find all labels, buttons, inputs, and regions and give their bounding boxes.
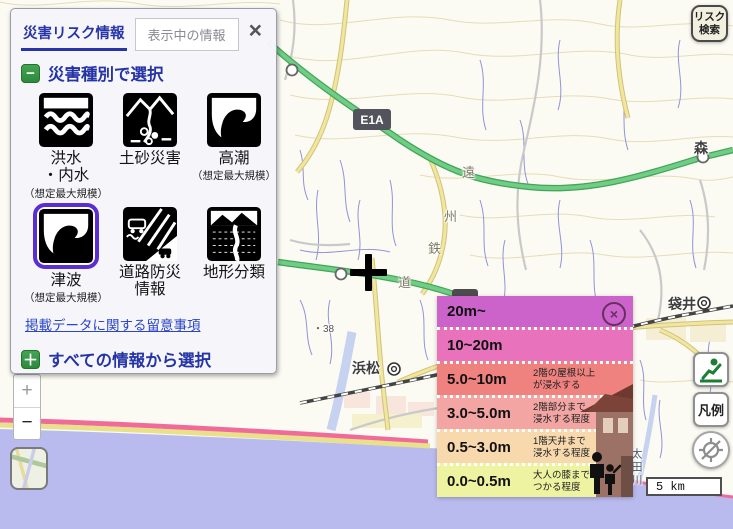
place-label-fukuroi: 袋井 xyxy=(668,294,696,314)
legend-row: 10~20m xyxy=(437,327,633,361)
railway-label-char: 道 xyxy=(398,272,411,291)
collapse-icon[interactable]: − xyxy=(21,64,40,83)
scale-bar: 5 km xyxy=(646,477,722,496)
tsunami-icon xyxy=(33,203,99,269)
risk-search-button[interactable]: リスク 検索 xyxy=(691,5,728,42)
hazard-type-tsunami[interactable]: 津波 （想定最大規模） xyxy=(24,207,108,305)
terrain-icon xyxy=(207,207,261,261)
route-badge-e1a: E1A xyxy=(353,109,391,130)
hazard-type-landslide[interactable]: 土砂災害 xyxy=(119,93,181,201)
legend-row: 0.5~3.0m 1階天井まで 浸水する程度 xyxy=(437,429,633,463)
location-disabled-icon xyxy=(697,436,725,464)
zoom-in-button[interactable]: + xyxy=(14,375,40,408)
landslide-icon xyxy=(123,93,177,147)
tsunami-depth-legend: 20m~ × 10~20m 5.0~10m 2階の屋根以上 が浸水する 3.0~… xyxy=(437,296,633,497)
section-select-by-type: − 災害種別で選択 xyxy=(21,61,276,85)
legend-row: 0.0~0.5m 大人の膝まで つかる程度 xyxy=(437,463,633,497)
hazard-type-storm-surge[interactable]: 高潮 （想定最大規模） xyxy=(192,93,276,201)
data-notes-link[interactable]: 掲載データに関する留意事項 xyxy=(25,314,276,334)
place-label-mori: 森 xyxy=(694,138,708,158)
section-title: すべての情報から選択 xyxy=(48,347,211,371)
railway-label-char: 遠 xyxy=(462,162,475,181)
zoom-control: + − xyxy=(13,374,41,440)
tab-displayed-info[interactable]: 表示中の情報 xyxy=(135,18,239,51)
railway-label-char: 州 xyxy=(444,206,457,225)
legend-row: 20m~ × xyxy=(437,296,633,327)
evacuation-site-button[interactable] xyxy=(693,352,729,387)
section-title: 災害種別で選択 xyxy=(48,61,164,85)
overview-map-button[interactable] xyxy=(10,447,48,490)
current-location-button[interactable] xyxy=(692,431,730,469)
legend-row: 3.0~5.0m 2階部分まで 浸水する程度 xyxy=(437,395,633,429)
legend-close-icon[interactable]: × xyxy=(602,302,626,326)
tab-disaster-risk-info[interactable]: 災害リスク情報 xyxy=(21,18,127,51)
zoom-out-button[interactable]: − xyxy=(14,408,40,440)
railway-label-char: 鉄 xyxy=(428,238,441,257)
disaster-risk-panel: 災害リスク情報 表示中の情報 × − 災害種別で選択 洪水 ・内水 （想定最大規… xyxy=(10,8,277,374)
flood-icon xyxy=(39,93,93,147)
spot-elevation-label: ・38 xyxy=(313,320,334,335)
hazard-type-flood[interactable]: 洪水 ・内水 （想定最大規模） xyxy=(24,93,108,201)
legend-toggle-button[interactable]: 凡例 xyxy=(693,392,729,427)
place-label-hamamatsu: 浜松 xyxy=(352,358,380,378)
storm-surge-icon xyxy=(207,93,261,147)
legend-row: 5.0~10m 2階の屋根以上 が浸水する xyxy=(437,361,633,395)
map-crosshair xyxy=(365,254,372,291)
road-hazard-icon xyxy=(123,207,177,261)
close-icon[interactable]: × xyxy=(243,18,268,43)
hazard-type-terrain[interactable]: 地形分類 xyxy=(203,207,265,305)
panel-tabs: 災害リスク情報 表示中の情報 × xyxy=(21,18,268,51)
hazard-type-grid: 洪水 ・内水 （想定最大規模） 土砂災害 xyxy=(24,93,276,305)
expand-icon[interactable]: ＋ xyxy=(21,350,40,369)
hazard-type-road[interactable]: 道路防災 情報 xyxy=(119,207,181,305)
running-person-icon xyxy=(697,356,725,384)
section-select-all: ＋ すべての情報から選択 xyxy=(21,347,276,371)
map-application: 森 袋井 浜松 遠 州 鉄 道 太田川 ・38 E1A 災害リスク情報 表示中の… xyxy=(0,0,733,529)
